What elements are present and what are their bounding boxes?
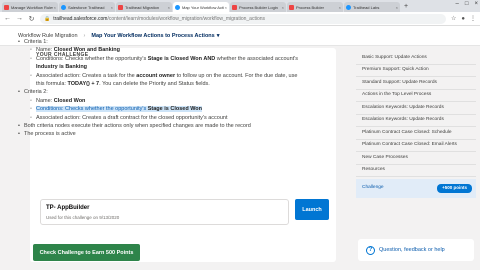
sidebar-item[interactable]: Basic Support: Update Actions — [356, 52, 476, 65]
sidebar-item[interactable]: Premium Support: Quick Action — [356, 65, 476, 77]
sidebar-item[interactable]: Standard Support: Update Records — [356, 77, 476, 90]
criteria-1-conditions: Conditions: Checks whether the opportuni… — [30, 55, 303, 72]
sidebar-item-challenge[interactable]: Challenge +500 points — [356, 179, 476, 198]
both-criteria-note: Both criteria nodes execute their action… — [18, 122, 303, 131]
close-window-icon[interactable]: × — [474, 1, 478, 7]
maximize-icon[interactable]: □ — [465, 1, 469, 7]
sidebar-item[interactable]: Platinum Contract Case Closed: Schedule — [356, 127, 476, 140]
favicon-icon — [61, 4, 66, 10]
sidebar-item-label: Challenge — [362, 185, 384, 190]
sidebar-item[interactable]: Escalation Keywords: Update Records — [356, 102, 476, 115]
org-used-date: Used for this challenge on 9/13/2020 — [46, 215, 120, 220]
org-name: TP- AppBuilder — [46, 205, 90, 211]
criteria-1-action: Associated action: Creates a task for th… — [30, 72, 303, 89]
sidebar-item[interactable]: Resources — [356, 165, 476, 177]
url-text: trailhead.salesforce.com/content/learn/m… — [53, 15, 266, 22]
sidebar-nav: Basic Support: Update Actions Premium Su… — [356, 52, 476, 198]
sidebar-item[interactable]: Platinum Contract Case Closed: Email Ale… — [356, 140, 476, 152]
star-icon[interactable]: ☆ — [451, 15, 456, 22]
profile-icon[interactable]: ● — [461, 16, 465, 22]
favicon-icon — [175, 4, 180, 10]
process-active-note: The process is active — [18, 130, 303, 139]
criteria-2-conditions: Conditions: Checks whether the opportuni… — [30, 105, 303, 114]
points-badge: +500 points — [437, 184, 472, 193]
help-button[interactable]: ? Question, feedback or help — [358, 239, 474, 261]
sidebar-item[interactable]: New Case Processes — [356, 152, 476, 165]
help-label: Question, feedback or help — [379, 247, 445, 253]
browser-tab[interactable]: Trailhead Labs × — [344, 2, 400, 12]
url-field[interactable]: 🔒 trailhead.salesforce.com/content/learn… — [40, 13, 446, 24]
browser-tab-active[interactable]: Map Your Workflow Actio × — [173, 2, 229, 12]
sidebar-item[interactable]: Actions in the Top Level Process — [356, 90, 476, 102]
forward-icon[interactable]: → — [16, 15, 23, 22]
lock-icon: 🔒 — [44, 15, 51, 22]
browser-tab[interactable]: Process Builder × — [287, 2, 343, 12]
close-tab-icon[interactable]: × — [282, 5, 284, 10]
favicon-icon — [118, 4, 123, 10]
criteria-2: Criteria 2: Name: Closed Won Conditions:… — [18, 88, 303, 122]
close-tab-icon[interactable]: × — [339, 5, 341, 10]
question-icon: ? — [366, 245, 375, 255]
criteria-2-action: Associated action: Creates a draft contr… — [30, 114, 303, 123]
sidebar-item[interactable]: Escalation Keywords: Update Records — [356, 115, 476, 127]
browser-tab[interactable]: Manage Workflow Rules × — [2, 2, 58, 12]
browser-tab-bar: Manage Workflow Rules × Salesforce Trailh… — [0, 0, 480, 12]
criteria-1: Criteria 1: Name: Closed Won and Banking… — [18, 38, 303, 88]
new-tab-icon[interactable]: + — [404, 2, 408, 12]
close-tab-icon[interactable]: × — [225, 5, 227, 10]
window-controls: – □ × — [456, 1, 478, 7]
minimize-icon[interactable]: – — [456, 1, 459, 7]
favicon-icon — [232, 4, 237, 10]
menu-icon[interactable]: ⋮ — [470, 15, 476, 22]
close-tab-icon[interactable]: × — [396, 5, 398, 10]
favicon-icon — [346, 4, 351, 10]
browser-tab[interactable]: Trailhead Migration × — [116, 2, 172, 12]
address-bar: ← → ↻ 🔒 trailhead.salesforce.com/content… — [0, 12, 480, 26]
close-tab-icon[interactable]: × — [54, 5, 56, 10]
criteria-2-name: Name: Closed Won — [30, 97, 303, 106]
close-tab-icon[interactable]: × — [168, 5, 170, 10]
launch-button[interactable]: Launch — [295, 199, 329, 220]
close-tab-icon[interactable]: × — [111, 5, 113, 10]
browser-tab[interactable]: Salesforce Trailhead × — [59, 2, 115, 12]
challenge-requirements: Criteria 1: Name: Closed Won and Banking… — [18, 38, 303, 139]
selected-text: Conditions: Checks whether the opportuni… — [36, 106, 203, 113]
browser-tab[interactable]: Process Builder Login × — [230, 2, 286, 12]
favicon-icon — [4, 4, 9, 10]
criteria-1-name: Name: Closed Won and Banking — [30, 46, 303, 55]
reload-icon[interactable]: ↻ — [28, 15, 35, 23]
back-icon[interactable]: ← — [4, 15, 11, 22]
org-selector[interactable]: TP- AppBuilder Used for this challenge o… — [40, 199, 289, 225]
favicon-icon — [289, 4, 294, 10]
unit-sidebar: Basic Support: Update Actions Premium Su… — [350, 46, 480, 270]
check-challenge-button[interactable]: Check Challenge to Earn 500 Points — [33, 244, 140, 261]
